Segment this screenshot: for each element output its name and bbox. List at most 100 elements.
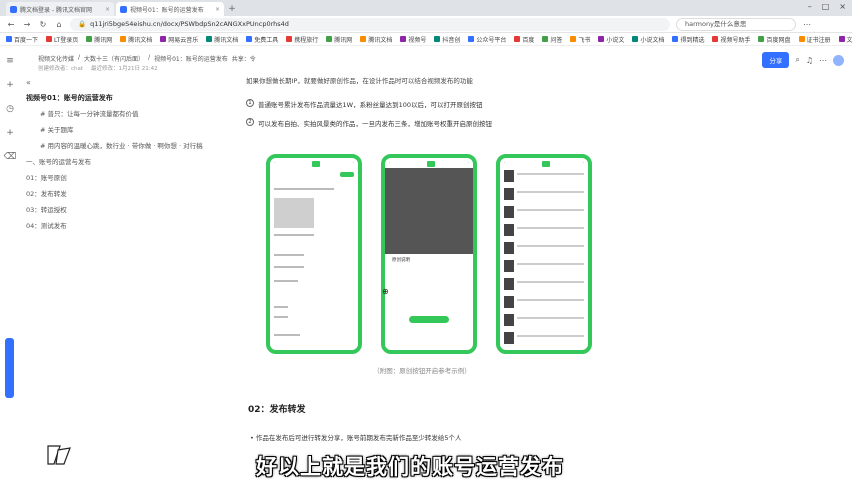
clock-icon[interactable]: ◷	[6, 104, 14, 114]
bookmark-icon	[434, 36, 441, 42]
reload-icon[interactable]: ↻	[38, 20, 48, 29]
outline-item[interactable]: # 用内容的温暖心跳，数行业 · 带你做 · 啊你想 · 对行稿	[26, 140, 216, 150]
extensions-icon[interactable]: ⋯	[802, 20, 812, 29]
bookmark-icon	[672, 36, 679, 42]
bookmark-item[interactable]: 视频号助手	[712, 35, 750, 44]
mouse-cursor-icon: ⊕	[382, 287, 389, 296]
bookmark-item[interactable]: 得到精选	[672, 35, 704, 44]
bookmark-item[interactable]: 百度	[514, 35, 534, 44]
bookmark-item[interactable]: 飞书	[570, 35, 590, 44]
home-icon[interactable]: ⌂	[54, 20, 64, 29]
list-item	[504, 188, 584, 202]
bookmark-label: 公众号平台	[476, 36, 507, 44]
close-tab-icon[interactable]: ×	[105, 6, 110, 13]
phone-screenshot-1: · ·	[266, 154, 362, 354]
address-bar: ← → ↻ ⌂ 🔒 q11jri5bgeS4eishu.cn/docx/PSWb…	[0, 16, 852, 33]
breadcrumb: 视频文化传媒 / 大数十三（有闪后面） / 视频号01：账号的运营发布 共享：令	[38, 54, 256, 63]
trash-icon[interactable]: ⌫	[4, 152, 17, 162]
notification-icon[interactable]: ♫	[806, 56, 813, 65]
dialog-heading: 原创说明	[392, 258, 410, 263]
doc-author: 创建修改者：chat	[38, 66, 84, 72]
outline-item[interactable]: 03：转运授权	[26, 204, 216, 214]
breadcrumb-item[interactable]: 共享：令	[232, 54, 256, 63]
list-item	[504, 242, 584, 256]
outline-item[interactable]: # 普只：让每一分钟流量都有价值	[26, 108, 216, 118]
minimize-icon[interactable]: –	[808, 2, 812, 11]
avatar[interactable]	[833, 54, 844, 66]
bookmark-item[interactable]: 免费工具	[246, 35, 278, 44]
forward-icon[interactable]: →	[22, 20, 32, 29]
bookmark-item[interactable]: 小说文档	[632, 35, 664, 44]
url-text: q11jri5bgeS4eishu.cn/docx/PSWbdpSn2cANGX…	[90, 19, 289, 28]
bookmark-item[interactable]: 公众号平台	[468, 35, 506, 44]
browser-tab-active[interactable]: 视频号01：账号的运营发布 ×	[116, 2, 224, 16]
search-icon[interactable]: ⌕	[795, 55, 799, 65]
bookmark-icon	[360, 36, 367, 42]
outline-item[interactable]: 一、账号的运营与发布	[26, 156, 216, 166]
bookmark-icon	[86, 36, 93, 42]
browser-tab[interactable]: 腾文档登录 - 腾讯文档官网 ×	[6, 2, 114, 16]
outline-item[interactable]: # 关于题库	[26, 124, 216, 134]
text-line	[274, 316, 288, 318]
bookmark-label: 文本编辑	[846, 36, 852, 44]
bookmark-item[interactable]: 携程旅行	[286, 35, 318, 44]
list-item	[504, 260, 584, 274]
url-field[interactable]: 🔒 q11jri5bgeS4eishu.cn/docx/PSWbdpSn2cAN…	[70, 17, 670, 31]
close-window-icon[interactable]: ×	[839, 2, 846, 11]
bookmark-icon	[712, 36, 719, 42]
more-icon[interactable]: ⋯	[819, 56, 827, 65]
bookmark-item[interactable]: 百度网盘	[758, 35, 791, 44]
bookmark-item[interactable]: 腾讯文档	[206, 35, 238, 44]
bookmark-label: 腾讯文档	[368, 36, 393, 44]
numbered-item: 2 可以发布自拍、实拍风景类的作品，一旦内发布三条，增加账号权重开启原创按钮	[246, 118, 766, 128]
add-page-icon[interactable]: +	[6, 128, 14, 138]
bookmark-item[interactable]: 腾讯网	[326, 35, 352, 44]
bookmark-icon	[326, 36, 333, 42]
bookmark-label: 腾讯文档	[128, 36, 153, 44]
bookmark-item[interactable]: 证书注册	[798, 35, 831, 44]
bookmark-label: 得到精选	[680, 36, 705, 44]
bookmark-item[interactable]: 腾讯文档	[120, 35, 152, 44]
bookmark-icon	[286, 36, 293, 42]
menu-icon[interactable]: ≡	[6, 56, 14, 66]
breadcrumb-item[interactable]: 视频文化传媒	[38, 54, 74, 63]
bookmark-label: 证书注册	[806, 36, 831, 44]
paragraph: 如果你想做长期IP，就要做好原创作品，在设计作品时可以结合视频发布的功能	[246, 77, 473, 85]
phone-screenshot-2: · · 原创说明	[381, 154, 477, 354]
bookmark-item[interactable]: 视频号	[400, 35, 426, 44]
channel-logo	[47, 445, 71, 465]
share-button[interactable]: 分享	[762, 52, 790, 68]
bullet-text: 作品在发布后可进行转发分享，账号前期发布完新作品至少转发给5个人	[255, 434, 462, 442]
maximize-icon[interactable]: □	[822, 2, 830, 11]
bookmark-item[interactable]: 腾讯网	[86, 35, 112, 44]
section-heading: 02：发布转发	[248, 405, 306, 415]
breadcrumb-item[interactable]: 大数十三（有闪后面）	[84, 54, 144, 63]
bookmark-icon	[798, 36, 805, 42]
bookmark-item[interactable]: 腾讯文档	[360, 35, 392, 44]
sidebar-toggle[interactable]	[5, 338, 14, 398]
bookmark-icon	[598, 36, 605, 42]
list-item	[504, 314, 584, 328]
outline-item[interactable]: 02：发布转发	[26, 188, 216, 198]
bookmark-item[interactable]: 抖音创	[434, 35, 460, 44]
favicon-icon	[120, 5, 127, 13]
outline-item[interactable]: 01：账号原创	[26, 172, 216, 182]
list-item	[504, 296, 584, 310]
breadcrumb-item[interactable]: 视频号01：账号的运营发布	[154, 54, 228, 63]
bookmark-label: 网易云音乐	[168, 36, 199, 44]
bookmark-item[interactable]: 问答	[542, 35, 562, 44]
collapse-outline-icon[interactable]: «	[26, 78, 216, 87]
browser-search-input[interactable]: harmony是什么意思	[676, 17, 796, 31]
bookmark-item[interactable]: 文本编辑	[838, 35, 852, 44]
bookmark-item[interactable]: 网易云音乐	[160, 35, 198, 44]
close-tab-icon[interactable]: ×	[215, 6, 220, 13]
bookmark-item[interactable]: 小说文	[598, 35, 624, 44]
outline-item[interactable]: 04：测试发布	[26, 220, 216, 230]
bookmark-item[interactable]: 百度一下	[6, 35, 38, 44]
outline-title[interactable]: 视频号01：账号的运营发布	[26, 93, 216, 103]
bookmark-item[interactable]: LT登录页	[46, 35, 78, 44]
doc-header: 视频文化传媒 / 大数十三（有闪后面） / 视频号01：账号的运营发布 共享：令 创…	[20, 46, 852, 74]
add-icon[interactable]: +	[6, 80, 14, 90]
new-tab-button[interactable]: +	[226, 2, 238, 16]
back-icon[interactable]: ←	[6, 20, 16, 29]
